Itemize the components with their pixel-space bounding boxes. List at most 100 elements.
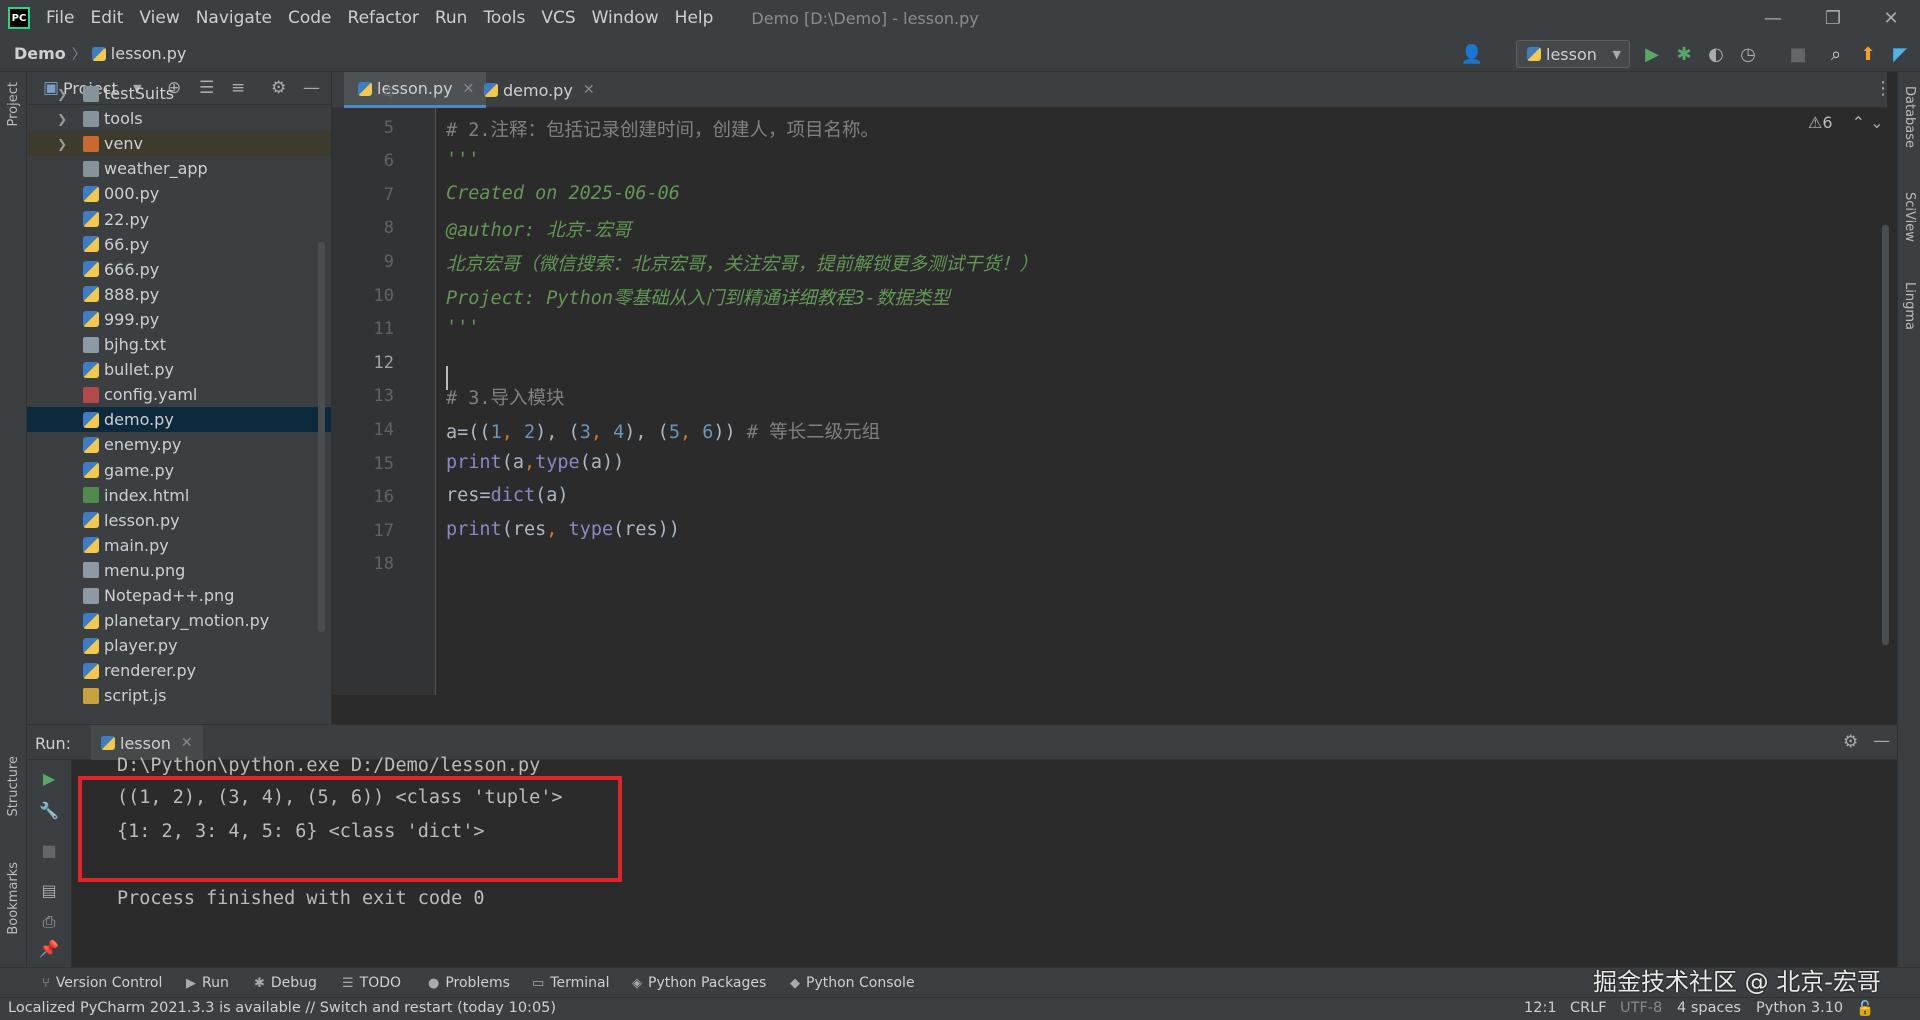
stop-icon[interactable]: ■: [1786, 42, 1810, 66]
python-interpreter[interactable]: Python 3.10: [1756, 1000, 1843, 1016]
lingma-tool-tab[interactable]: Lingma: [1902, 282, 1917, 330]
tool-tab-python-packages[interactable]: ◈ Python Packages: [632, 968, 766, 998]
line-number: 8: [383, 218, 394, 239]
tree-item[interactable]: menu.png: [27, 558, 331, 583]
menu-item-tools[interactable]: Tools: [477, 0, 535, 36]
project-scrollbar[interactable]: [318, 242, 325, 632]
tree-item[interactable]: enemy.py: [27, 432, 331, 457]
tree-item[interactable]: index.html: [27, 483, 331, 508]
menu-item-help[interactable]: Help: [669, 0, 724, 36]
tree-item[interactable]: 22.py: [27, 207, 331, 232]
minimize-button[interactable]: —: [1744, 0, 1802, 36]
tree-item[interactable]: ❯ tools: [27, 106, 331, 131]
menu-item-code[interactable]: Code: [282, 0, 342, 36]
code-editor[interactable]: # 2.注释：包括记录创建时间，创建人，项目名称。 ''' Created on 2…: [437, 108, 1887, 695]
editor-scrollbar[interactable]: [1882, 225, 1889, 645]
tree-item[interactable]: game.py: [27, 458, 331, 483]
breadcrumb-file[interactable]: lesson.py: [111, 44, 187, 63]
py-file-icon: [83, 662, 99, 679]
tree-item[interactable]: 888.py: [27, 282, 331, 307]
tool-tab-problems[interactable]: ● Problems: [428, 968, 510, 998]
tool-tab-terminal[interactable]: ▭ Terminal: [532, 968, 609, 998]
tool-tab-python-console[interactable]: ◆ Python Console: [790, 968, 915, 998]
chevron-right-icon[interactable]: ❯: [57, 87, 67, 101]
menu-item-edit[interactable]: Edit: [84, 0, 133, 36]
run-config-selector[interactable]: lesson ▼: [1516, 40, 1630, 68]
code-line: # 2.注释：包括记录创建时间，创建人，项目名称。: [446, 119, 880, 141]
tool-tab-debug[interactable]: ✱ Debug: [254, 968, 317, 998]
tree-item[interactable]: bjhg.txt: [27, 332, 331, 357]
tree-item[interactable]: demo.py: [27, 407, 331, 433]
caret-position[interactable]: 12:1: [1524, 1000, 1557, 1016]
menu-item-vcs[interactable]: VCS: [535, 0, 585, 36]
line-separator[interactable]: CRLF: [1570, 1000, 1607, 1016]
coverage-icon[interactable]: ◐: [1704, 42, 1728, 66]
tool-tab-version-control[interactable]: ⑂ Version Control: [42, 968, 162, 998]
hide-icon[interactable]: —: [1873, 731, 1890, 751]
tree-item[interactable]: renderer.py: [27, 658, 331, 683]
tab-demo-py[interactable]: demo.py ✕: [470, 72, 607, 108]
close-button[interactable]: ✕: [1862, 0, 1920, 36]
tree-item[interactable]: lesson.py: [27, 508, 331, 533]
plugin-icon[interactable]: ◤: [1888, 42, 1912, 66]
tree-item[interactable]: planetary_motion.py: [27, 608, 331, 633]
database-tool-tab[interactable]: Database: [1902, 86, 1917, 148]
menu-item-window[interactable]: Window: [586, 0, 669, 36]
tree-item[interactable]: script.js: [27, 683, 331, 708]
bookmarks-tool-tab[interactable]: Bookmarks: [6, 862, 21, 935]
tree-item[interactable]: weather_app: [27, 156, 331, 181]
rerun-icon[interactable]: ▶: [37, 766, 61, 790]
pin-icon[interactable]: 📌: [37, 936, 61, 960]
status-message[interactable]: Localized PyCharm 2021.3.3 is available …: [8, 1000, 556, 1016]
warning-indicator[interactable]: ⚠6 ⌃ ⌄: [1808, 113, 1884, 132]
wrench-icon[interactable]: 🔧: [37, 798, 61, 822]
sciview-tool-tab[interactable]: SciView: [1902, 192, 1917, 242]
red-annotation-box: [78, 776, 622, 882]
chevron-right-icon[interactable]: ❯: [57, 137, 67, 151]
gear-icon[interactable]: ⚙: [1843, 732, 1858, 752]
tree-item[interactable]: 666.py: [27, 257, 331, 282]
run-icon[interactable]: ▶: [1640, 42, 1664, 66]
file-encoding[interactable]: UTF-8: [1620, 1000, 1662, 1016]
debug-icon[interactable]: ✱: [1672, 42, 1696, 66]
tree-item[interactable]: 66.py: [27, 232, 331, 257]
tool-tab-todo[interactable]: ☰ TODO: [342, 968, 401, 998]
menu-item-refactor[interactable]: Refactor: [342, 0, 429, 36]
menu-item-view[interactable]: View: [133, 0, 189, 36]
menu-item-navigate[interactable]: Navigate: [190, 0, 282, 36]
tree-item[interactable]: config.yaml: [27, 382, 331, 407]
tree-item[interactable]: ❯ testSuits: [27, 81, 331, 106]
tree-item[interactable]: main.py: [27, 533, 331, 558]
tool-tab-label: Run: [202, 975, 229, 991]
tree-item[interactable]: Notepad++.png: [27, 583, 331, 608]
structure-tool-tab[interactable]: Structure: [6, 756, 21, 816]
indent-setting[interactable]: 4 spaces: [1677, 1000, 1741, 1016]
close-icon[interactable]: ✕: [181, 735, 193, 751]
layout-icon[interactable]: ▤: [37, 878, 61, 902]
tree-item[interactable]: ❯ venv: [27, 131, 331, 157]
tree-item[interactable]: bullet.py: [27, 357, 331, 382]
menu-item-run[interactable]: Run: [429, 0, 478, 36]
menu-item-file[interactable]: File: [40, 0, 84, 36]
profile-icon[interactable]: ◷: [1736, 42, 1760, 66]
tool-tab-run[interactable]: ▶ Run: [186, 968, 229, 998]
more-options-icon[interactable]: ⋮: [1874, 78, 1892, 99]
restore-button[interactable]: ❐: [1804, 0, 1862, 36]
update-icon[interactable]: ⬆: [1856, 42, 1880, 66]
user-icon[interactable]: 👤: [1460, 42, 1484, 66]
tree-item[interactable]: player.py: [27, 633, 331, 658]
close-icon[interactable]: ✕: [583, 82, 595, 98]
print-icon[interactable]: ⎙: [37, 910, 61, 934]
breadcrumb-project[interactable]: Demo: [14, 44, 66, 63]
tree-item[interactable]: 000.py: [27, 181, 331, 206]
chevron-right-icon[interactable]: ❯: [57, 112, 67, 126]
line-number: 6: [383, 151, 394, 172]
warning-nav-arrows[interactable]: ⌃ ⌄: [1852, 113, 1884, 132]
project-tool-tab[interactable]: Project: [6, 82, 21, 126]
line-number: 4: [383, 84, 394, 104]
lock-icon[interactable]: 🔓: [1856, 1000, 1874, 1017]
tree-item-label: venv: [104, 134, 143, 154]
tree-item[interactable]: 999.py: [27, 307, 331, 332]
stop-icon[interactable]: ■: [37, 838, 61, 862]
search-icon[interactable]: ⌕: [1824, 42, 1848, 66]
